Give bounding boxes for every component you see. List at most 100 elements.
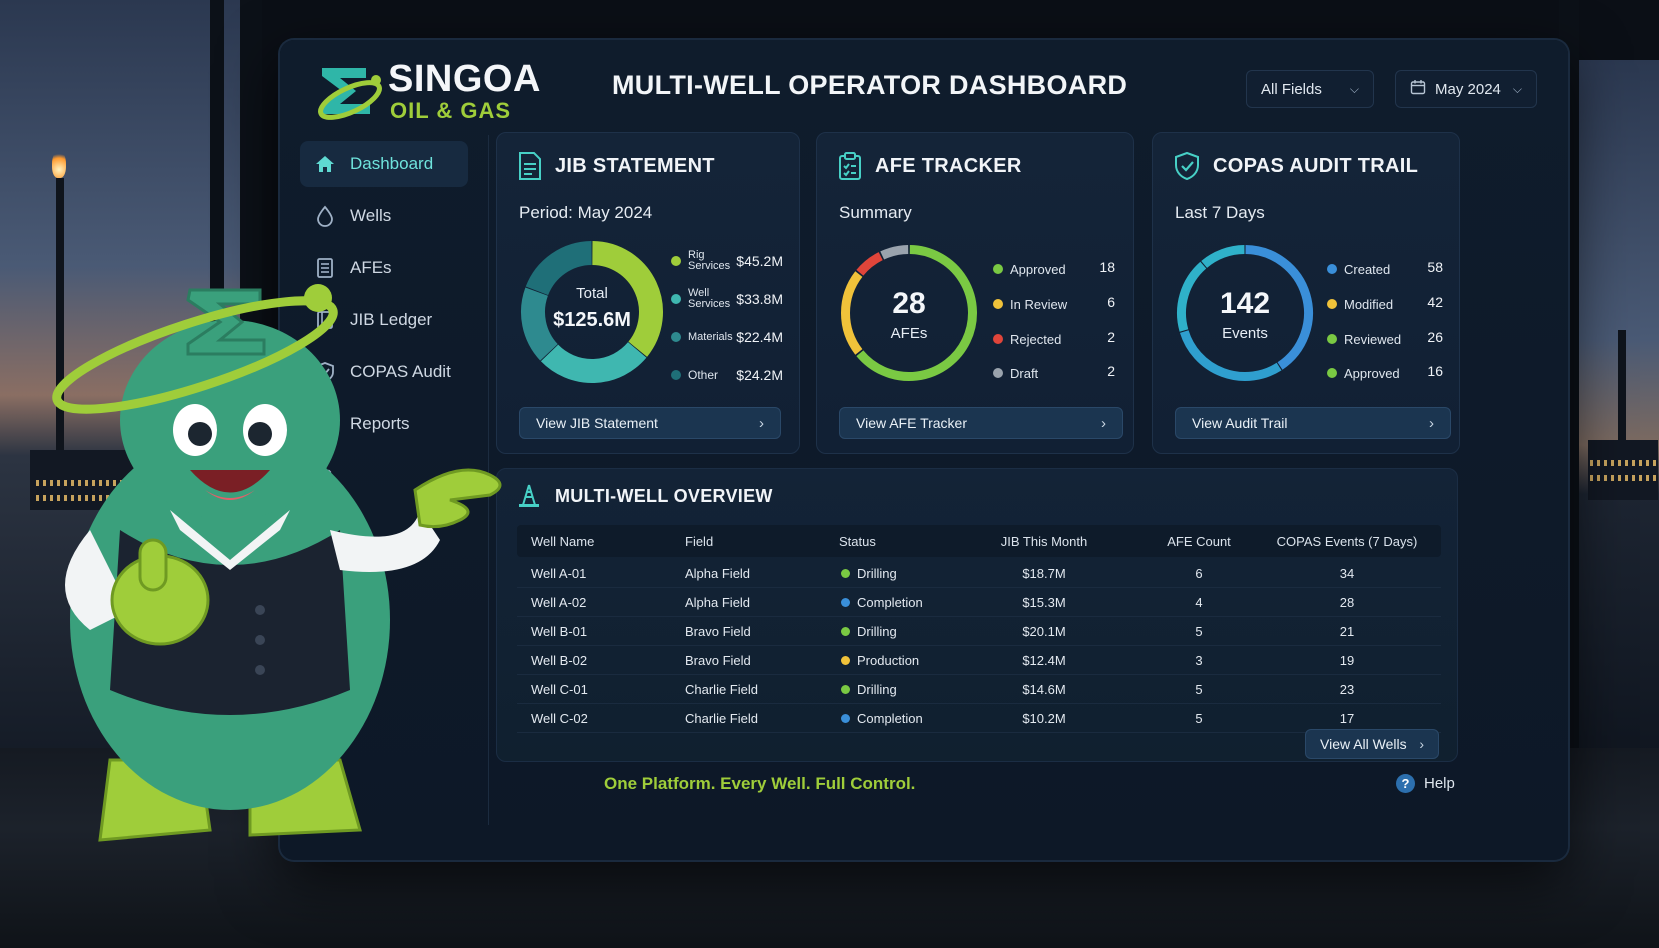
- header: SINGOA OIL & GAS MULTI-WELL OPERATOR DAS…: [280, 40, 1568, 135]
- page-title: MULTI-WELL OPERATOR DASHBOARD: [612, 70, 1128, 100]
- view-audit-trail-button[interactable]: View Audit Trail ›: [1175, 407, 1451, 439]
- clipboard-icon: [837, 151, 863, 181]
- table-row[interactable]: Well B-01 Bravo Field Drilling $20.1M 5 21: [517, 617, 1441, 646]
- legend-item: Draft: [993, 363, 1038, 383]
- view-all-wells-button[interactable]: View All Wells ›: [1305, 729, 1439, 759]
- help-icon: ?: [1396, 774, 1415, 793]
- cell-field: Charlie Field: [685, 710, 758, 726]
- cell-jib: $20.1M: [1022, 623, 1066, 639]
- donut-segment-3: [880, 245, 909, 260]
- drop-icon: [314, 205, 336, 227]
- date-filter-select[interactable]: May 2024 ⌵: [1395, 70, 1537, 108]
- field-filter-value: All Fields: [1261, 80, 1322, 98]
- jib-statement-card: JIB STATEMENT Period: May 2024 Total $12…: [496, 132, 800, 454]
- legend-value: $33.8M: [736, 291, 783, 307]
- multi-well-overview: MULTI-WELL OVERVIEW Well Name Field Stat…: [496, 468, 1458, 762]
- cell-jib: $10.2M: [1022, 710, 1066, 726]
- legend-item: Rejected: [993, 329, 1061, 349]
- legend-item: Approved: [1327, 363, 1400, 383]
- sidebar-item-dashboard[interactable]: Dashboard: [300, 141, 468, 187]
- cell-status: Completion: [841, 704, 923, 732]
- cell-copas-events: 28: [1339, 594, 1355, 610]
- status-dot: [841, 684, 850, 694]
- view-jib-statement-button[interactable]: View JIB Statement ›: [519, 407, 781, 439]
- jib-center-value: $125.6M: [553, 309, 631, 331]
- column-header[interactable]: AFE Count: [1145, 525, 1253, 557]
- cell-jib: $12.4M: [1022, 652, 1066, 668]
- afe-tracker-card: AFE TRACKER Summary 28 AFEs Approved 18 …: [816, 132, 1134, 454]
- copas-center-value: 142: [1219, 287, 1271, 320]
- copas-center-label: Events: [1222, 325, 1268, 342]
- cell-afe-count: 6: [1195, 565, 1203, 581]
- sidebar-item-wells[interactable]: Wells: [300, 193, 468, 239]
- document-icon: [517, 151, 543, 181]
- button-label: View All Wells: [1320, 736, 1407, 752]
- column-header[interactable]: JIB This Month: [987, 525, 1101, 557]
- legend-item: Created: [1327, 259, 1390, 279]
- afe-title: AFE TRACKER: [875, 154, 1022, 177]
- legend-value: 18: [1099, 259, 1115, 275]
- cell-copas-events: 23: [1339, 681, 1355, 697]
- cell-jib: $15.3M: [1022, 594, 1066, 610]
- cell-field: Bravo Field: [685, 652, 751, 668]
- chevron-down-icon: ⌵: [1512, 81, 1522, 96]
- column-header[interactable]: Field: [685, 525, 713, 557]
- table-row[interactable]: Well A-01 Alpha Field Drilling $18.7M 6 34: [517, 559, 1441, 588]
- copas-donut-chart: 142 Events: [1175, 243, 1315, 388]
- overview-title: MULTI-WELL OVERVIEW: [555, 485, 773, 506]
- column-header[interactable]: Status: [839, 525, 876, 557]
- copas-audit-card: COPAS AUDIT TRAIL Last 7 Days 142 Events…: [1152, 132, 1460, 454]
- cell-copas-events: 34: [1339, 565, 1355, 581]
- afe-subtitle: Summary: [839, 203, 912, 222]
- table-header: Well Name Field Status JIB This Month AF…: [517, 525, 1441, 557]
- column-header[interactable]: Well Name: [531, 525, 594, 557]
- legend-value: 58: [1427, 259, 1443, 275]
- cell-status: Drilling: [841, 559, 897, 587]
- cell-status: Completion: [841, 588, 923, 616]
- view-afe-tracker-button[interactable]: View AFE Tracker ›: [839, 407, 1123, 439]
- legend-value: 16: [1427, 363, 1443, 379]
- cell-copas-events: 17: [1339, 710, 1355, 726]
- table-row[interactable]: Well C-01 Charlie Field Drilling $14.6M 5 23: [517, 675, 1441, 704]
- legend-value: $22.4M: [736, 329, 783, 345]
- afe-center-label: AFEs: [890, 325, 928, 342]
- cell-afe-count: 4: [1195, 594, 1203, 610]
- field-filter-select[interactable]: All Fields ⌵: [1246, 70, 1374, 108]
- table-row[interactable]: Well B-02 Bravo Field Production $12.4M 3 19: [517, 646, 1441, 675]
- help-button[interactable]: ? Help: [1396, 774, 1455, 793]
- chevron-right-icon: ›: [759, 414, 764, 432]
- table-row[interactable]: Well C-02 Charlie Field Completion $10.2M 5 1…: [517, 704, 1441, 733]
- legend-item: In Review: [993, 294, 1067, 314]
- jib-period: Period: May 2024: [519, 203, 653, 222]
- cell-status: Drilling: [841, 617, 897, 645]
- brand-logo[interactable]: SINGOA OIL & GAS: [314, 58, 541, 124]
- cell-copas-events: 19: [1339, 652, 1355, 668]
- column-header[interactable]: COPAS Events (7 Days): [1267, 525, 1427, 557]
- shield-check-icon: [1173, 151, 1201, 181]
- donut-segment-3: [1201, 245, 1245, 268]
- legend-item: Approved: [993, 259, 1066, 279]
- chevron-down-icon: ⌵: [1349, 81, 1359, 96]
- status-dot: [841, 713, 850, 723]
- cell-field: Charlie Field: [685, 681, 758, 697]
- legend-item: Reviewed: [1327, 329, 1401, 349]
- afe-donut-chart: 28 AFEs: [839, 243, 979, 388]
- legend-value: 6: [1107, 294, 1115, 310]
- copas-subtitle: Last 7 Days: [1175, 203, 1265, 222]
- legend-item: Well Services: [671, 288, 738, 310]
- home-icon: [314, 153, 336, 175]
- cell-afe-count: 3: [1195, 652, 1203, 668]
- button-label: View Audit Trail: [1192, 415, 1288, 431]
- date-filter-value: May 2024: [1435, 80, 1501, 98]
- legend-item: Other: [671, 365, 718, 385]
- donut-segment-1: [540, 341, 647, 383]
- button-label: View AFE Tracker: [856, 415, 968, 431]
- jib-donut-chart: Total $125.6M: [519, 239, 665, 390]
- legend-value: 2: [1107, 363, 1115, 379]
- copas-title: COPAS AUDIT TRAIL: [1213, 154, 1419, 177]
- calendar-icon: [1410, 79, 1426, 99]
- table-row[interactable]: Well A-02 Alpha Field Completion $15.3M 4 28: [517, 588, 1441, 617]
- button-label: View JIB Statement: [536, 415, 658, 431]
- sidebar-item-label: Wells: [350, 206, 392, 225]
- donut-segment-2: [856, 252, 883, 276]
